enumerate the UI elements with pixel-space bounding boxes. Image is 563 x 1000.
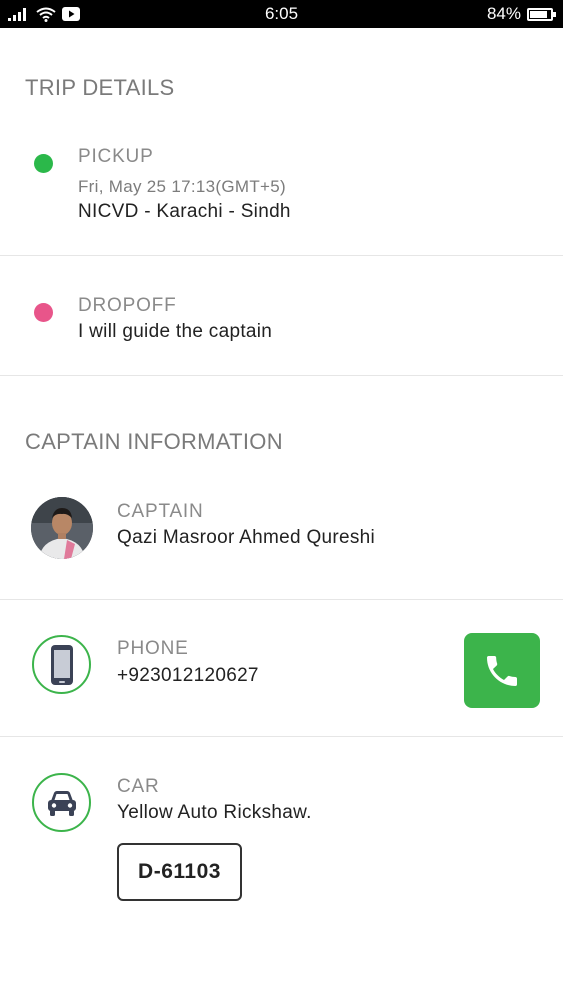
pickup-dot-icon <box>34 154 53 173</box>
dropoff-label: DROPOFF <box>78 295 177 316</box>
pickup-datetime: Fri, May 25 17:13(GMT+5) <box>78 177 286 196</box>
call-button[interactable] <box>464 633 540 708</box>
battery-percent: 84% <box>486 4 521 23</box>
captain-information-title: CAPTAIN INFORMATION <box>25 429 283 454</box>
pickup-location: NICVD - Karachi - Sindh <box>78 201 291 222</box>
status-time: 6:05 <box>264 4 299 23</box>
smartphone-icon-circle <box>32 635 91 694</box>
divider <box>0 736 563 737</box>
status-icons-right: 84% <box>486 4 556 24</box>
car-icon-circle <box>32 773 91 832</box>
phone-icon <box>487 655 517 686</box>
divider <box>0 599 563 600</box>
captain-avatar <box>31 497 93 559</box>
captain-photo-icon <box>31 497 93 559</box>
license-plate: D-61103 <box>117 843 242 901</box>
car-icon <box>47 790 76 816</box>
phone-label: PHONE <box>117 638 189 659</box>
dropoff-dot-icon <box>34 303 53 322</box>
car-label: CAR <box>117 776 160 797</box>
dropoff-location: I will guide the captain <box>78 321 273 342</box>
pickup-label: PICKUP <box>78 146 154 167</box>
smartphone-icon <box>50 644 73 685</box>
car-description: Yellow Auto Rickshaw. <box>117 802 312 823</box>
status-bar: 6:05 84% <box>0 0 563 28</box>
phone-number[interactable]: +923012120627 <box>117 665 259 687</box>
divider <box>0 255 563 256</box>
captain-label: CAPTAIN <box>117 501 204 522</box>
divider <box>0 375 563 376</box>
trip-details-title: TRIP DETAILS <box>25 75 175 100</box>
battery-level-fill <box>530 10 547 18</box>
trip-details-screen: 6:05 84% TRIP DETAILS PICKUP Fri, May 25… <box>0 0 563 1000</box>
battery-icon <box>527 7 556 21</box>
captain-name: Qazi Masroor Ahmed Qureshi <box>117 527 376 548</box>
